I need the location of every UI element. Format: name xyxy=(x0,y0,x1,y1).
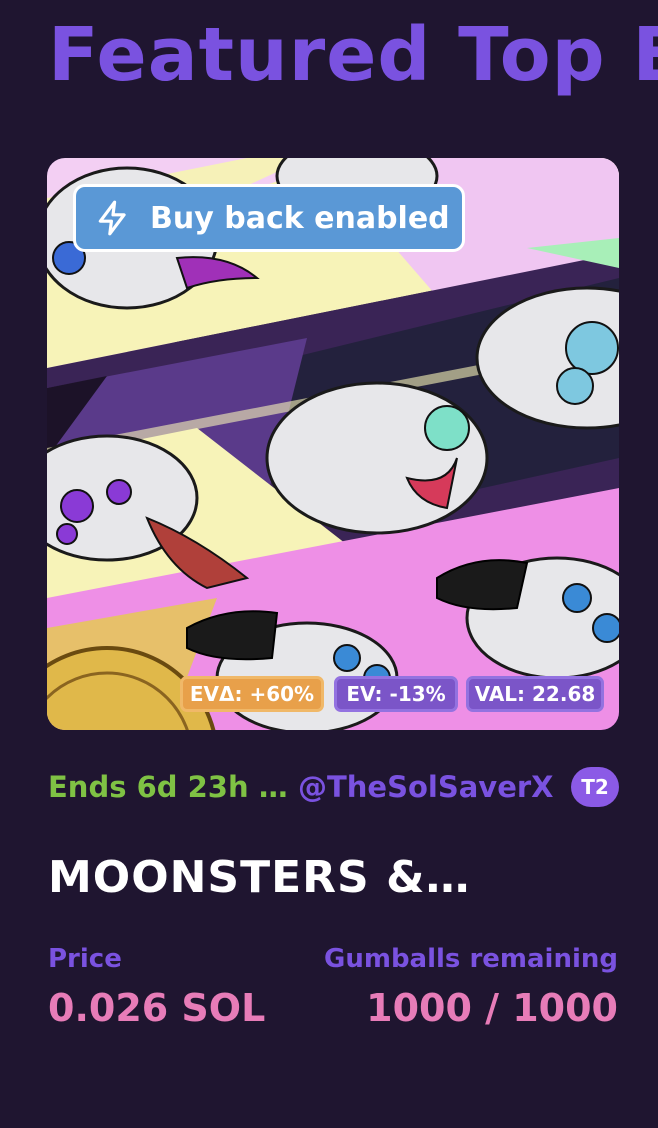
creator-link[interactable]: @TheSolSaverX xyxy=(298,770,554,804)
lightning-bolt-icon xyxy=(98,200,126,236)
collection-name[interactable]: MOONSTERS &… xyxy=(48,852,470,903)
price-value: 0.026 SOL xyxy=(48,986,266,1030)
ev-delta-badge: EVΔ: +60% xyxy=(180,676,324,712)
val-badge: VAL: 22.68 xyxy=(466,676,604,712)
price-label: Price xyxy=(48,944,122,974)
page-title: Featured Top E xyxy=(48,12,658,98)
ev-badge: EV: -13% xyxy=(334,676,458,712)
tier-badge: T2 xyxy=(571,767,619,807)
remaining-value: 1000 / 1000 xyxy=(366,986,618,1030)
buyback-label: Buy back enabled xyxy=(150,200,450,236)
remaining-label: Gumballs remaining xyxy=(324,944,618,974)
buyback-badge: Buy back enabled xyxy=(73,184,465,252)
ends-countdown: Ends 6d 23h … xyxy=(48,770,288,804)
